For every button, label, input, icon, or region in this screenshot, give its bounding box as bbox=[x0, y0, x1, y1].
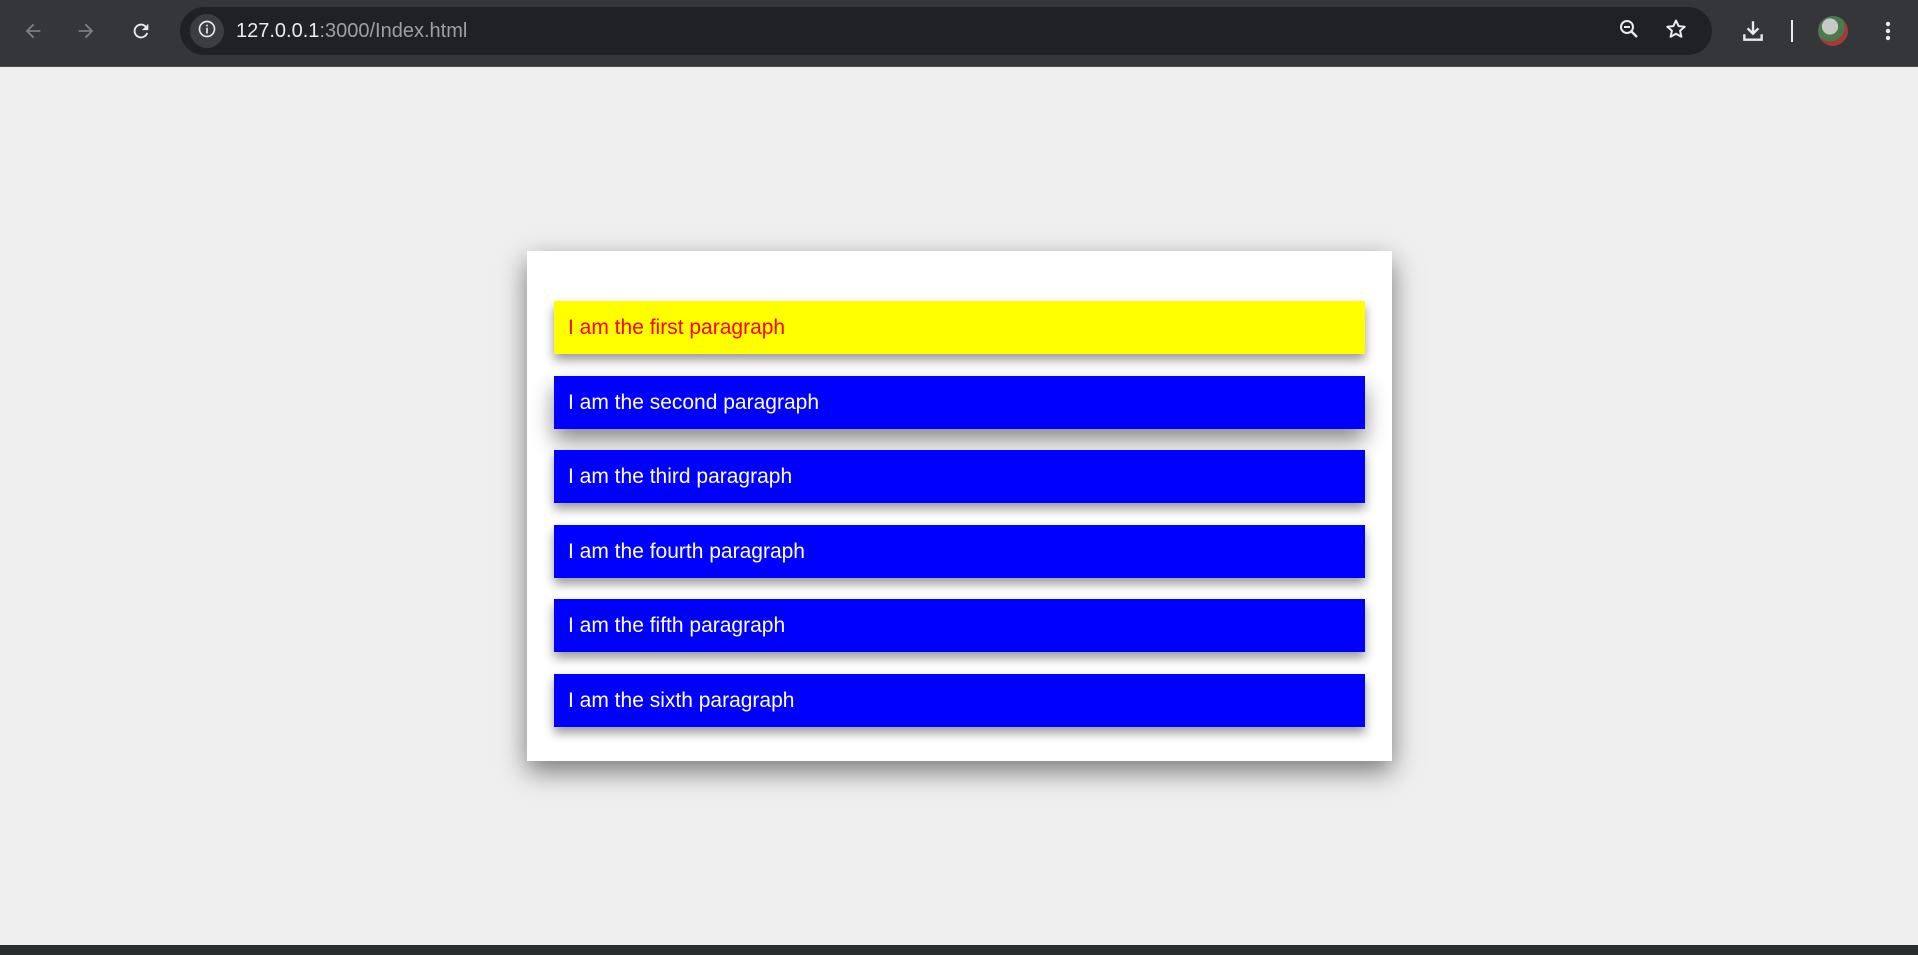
arrow-right-icon bbox=[75, 20, 97, 42]
info-icon bbox=[197, 19, 217, 44]
address-bar[interactable]: 127.0.0.1:3000/Index.html bbox=[180, 7, 1712, 55]
paragraph-second: I am the second paragraph bbox=[554, 376, 1365, 429]
paragraph-third: I am the third paragraph bbox=[554, 450, 1365, 503]
browser-toolbar: 127.0.0.1:3000/Index.html bbox=[0, 0, 1918, 67]
url-text[interactable]: 127.0.0.1:3000/Index.html bbox=[236, 7, 467, 55]
kebab-menu-icon bbox=[1876, 19, 1900, 43]
taskbar-edge bbox=[0, 945, 1918, 955]
paragraph-sixth: I am the sixth paragraph bbox=[554, 674, 1365, 727]
reload-icon bbox=[130, 20, 152, 42]
star-icon bbox=[1664, 17, 1688, 46]
bookmark-button[interactable] bbox=[1661, 16, 1691, 46]
paragraph-fifth: I am the fifth paragraph bbox=[554, 599, 1365, 652]
zoom-out-icon bbox=[1617, 17, 1641, 46]
url-host: 127.0.0.1 bbox=[236, 20, 320, 42]
profile-avatar[interactable] bbox=[1818, 16, 1848, 46]
back-button[interactable] bbox=[14, 12, 52, 50]
site-info-button[interactable] bbox=[190, 14, 224, 48]
download-icon bbox=[1740, 18, 1766, 44]
toolbar-divider bbox=[1791, 20, 1793, 42]
arrow-left-icon bbox=[22, 20, 44, 42]
downloads-button[interactable] bbox=[1734, 12, 1772, 50]
paragraph-fourth: I am the fourth paragraph bbox=[554, 525, 1365, 578]
reload-button[interactable] bbox=[122, 12, 160, 50]
browser-menu-button[interactable] bbox=[1869, 12, 1907, 50]
zoom-button[interactable] bbox=[1614, 16, 1644, 46]
forward-button[interactable] bbox=[67, 12, 105, 50]
paragraph-card: I am the first paragraph I am the second… bbox=[527, 251, 1392, 761]
url-path: :3000/Index.html bbox=[319, 20, 468, 42]
paragraph-first: I am the first paragraph bbox=[554, 301, 1365, 354]
